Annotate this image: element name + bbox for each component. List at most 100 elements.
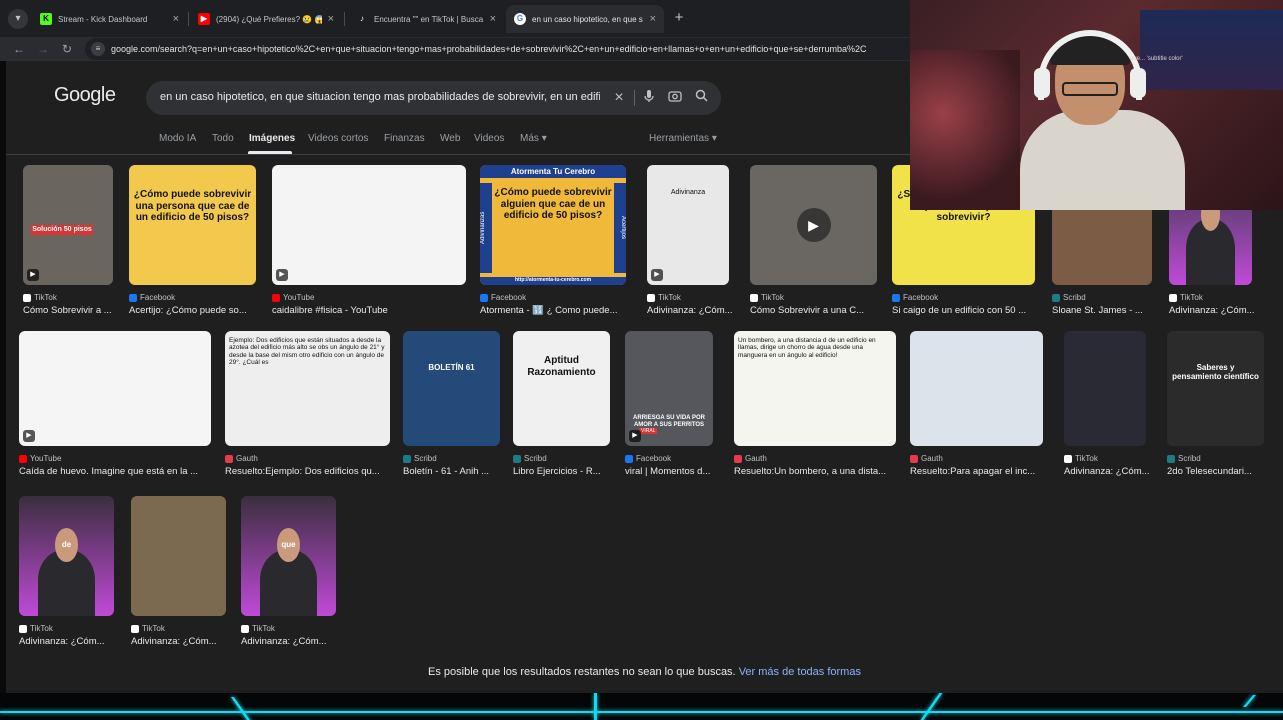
result-source[interactable]: TikTok <box>1064 454 1098 463</box>
result-source[interactable]: TikTok <box>1169 293 1203 302</box>
result-source[interactable]: TikTok <box>19 624 53 633</box>
tab-google-search[interactable]: G en un caso hipotetico, en que s × <box>506 5 664 33</box>
result-thumbnail[interactable]: Solución 50 pisos ▶ <box>23 165 113 285</box>
clear-icon[interactable]: × <box>610 89 628 107</box>
result-thumbnail[interactable]: Atormenta Tu Cerebro ¿Cómo puede sobreviv… <box>480 165 626 285</box>
camera-lens-icon[interactable] <box>666 89 684 107</box>
result-thumbnail[interactable] <box>1064 331 1146 446</box>
result-thumbnail[interactable]: Adivinanza ▶ <box>647 165 729 285</box>
result-thumbnail[interactable]: ▶ <box>272 165 466 285</box>
tab-tiktok[interactable]: ♪ Encuentra "" en TikTok | Busca × <box>348 5 504 33</box>
tab-web[interactable]: Web <box>440 133 460 144</box>
result-source[interactable]: TikTok <box>23 293 57 302</box>
result-source[interactable]: TikTok <box>241 624 275 633</box>
result-caption[interactable]: 2do Telesecundari... <box>1167 466 1274 477</box>
result-caption[interactable]: Adivinanza: ¿Cóm... <box>1169 305 1262 316</box>
result-caption[interactable]: Adivinanza: ¿Cóm... <box>19 636 124 647</box>
image-result[interactable]: Ejemplo: Dos edificios que están situado… <box>225 331 390 482</box>
result-caption[interactable]: Cómo Sobrevivir a ... <box>23 305 123 316</box>
result-source[interactable]: Facebook <box>129 293 175 302</box>
back-arrow-icon[interactable]: ← <box>10 40 28 58</box>
image-result[interactable]: ▶ YouTube caidalibre #fisica - YouTube <box>272 165 466 321</box>
result-thumbnail[interactable]: ▶ <box>19 331 211 446</box>
play-icon[interactable]: ▶ <box>796 208 831 242</box>
new-tab-button[interactable]: + <box>670 9 688 27</box>
tab-kick[interactable]: K Stream - Kick Dashboard × <box>32 5 187 33</box>
reload-icon[interactable]: ↻ <box>58 40 76 58</box>
microphone-icon[interactable] <box>640 89 658 107</box>
image-result[interactable]: TikTok Adivinanza: ¿Cóm... <box>1064 331 1150 482</box>
search-icon[interactable] <box>692 89 710 107</box>
result-caption[interactable]: Resuelto:Ejemplo: Dos edificios qu... <box>225 466 400 477</box>
result-caption[interactable]: Sloane St. James - ... <box>1052 305 1162 316</box>
tab-youtube[interactable]: ▶ (2904) ¿Qué Prefieres? 😢 😱 N × <box>190 5 342 33</box>
result-thumbnail[interactable]: ¿Cómo puede sobrevivir una persona que c… <box>129 165 256 285</box>
result-source[interactable]: Scribd <box>513 454 547 463</box>
search-box[interactable]: en un caso hipotetico, en que situacion … <box>146 81 721 115</box>
result-source[interactable]: Scribd <box>1167 454 1201 463</box>
result-thumbnail[interactable] <box>131 496 226 616</box>
result-caption[interactable]: Boletín - 61 - Anih ... <box>403 466 510 477</box>
result-caption[interactable]: Adivinanza: ¿Cóm... <box>1064 466 1156 477</box>
result-caption[interactable]: caidalibre #fisica - YouTube <box>272 305 476 316</box>
result-source[interactable]: TikTok <box>647 293 681 302</box>
result-caption[interactable]: Si caigo de un edificio con 50 ... <box>892 305 1045 316</box>
result-source[interactable]: Facebook <box>480 293 526 302</box>
google-logo[interactable]: Google <box>54 84 116 107</box>
result-caption[interactable]: Resuelto:Para apagar el inc... <box>910 466 1053 477</box>
result-thumbnail[interactable]: que <box>241 496 336 616</box>
result-caption[interactable]: Adivinanza: ¿Cóm... <box>241 636 346 647</box>
forward-arrow-icon[interactable]: → <box>34 40 52 58</box>
result-caption[interactable]: Atormenta - 🔢 ¿ Como puede... <box>480 305 636 316</box>
image-result[interactable]: Aptitud Razonamiento Scribd Libro Ejercici… <box>513 331 610 482</box>
image-result[interactable]: ARRIESGA SU VIDA POR AMOR A SUS PERRITOS… <box>625 331 713 482</box>
result-source[interactable]: YouTube <box>19 454 61 463</box>
result-caption[interactable]: Acertijo: ¿Cómo puede so... <box>129 305 266 316</box>
image-result[interactable]: Adivinanza ▶ TikTok Adivinanza: ¿Cóm... <box>647 165 733 321</box>
result-source[interactable]: Scribd <box>1052 293 1086 302</box>
result-thumbnail[interactable]: Aptitud Razonamiento <box>513 331 610 446</box>
result-thumbnail[interactable]: BOLETÍN 61 <box>403 331 500 446</box>
image-result[interactable]: BOLETÍN 61 Scribd Boletín - 61 - Anih ... <box>403 331 500 482</box>
address-bar[interactable]: ≡ google.com/search?q=en+un+caso+hipotet… <box>85 38 925 60</box>
result-thumbnail[interactable]: Saberes y pensamiento científico <box>1167 331 1264 446</box>
image-result[interactable]: Solución 50 pisos ▶ TikTok Cómo Sobrevivir … <box>23 165 113 321</box>
result-source[interactable]: Gauth <box>734 454 767 463</box>
tab-videos[interactable]: Videos <box>474 133 504 144</box>
result-source[interactable]: Facebook <box>625 454 671 463</box>
result-thumbnail[interactable]: Un bombero, a una distancia d de un edif… <box>734 331 896 446</box>
image-result[interactable]: Atormenta Tu Cerebro ¿Cómo puede sobreviv… <box>480 165 626 321</box>
tab-search-icon[interactable]: ▾ <box>8 9 28 29</box>
result-source[interactable]: Scribd <box>403 454 437 463</box>
tab-short-videos[interactable]: Videos cortos <box>308 133 368 144</box>
tab-finance[interactable]: Finanzas <box>384 133 425 144</box>
site-info-icon[interactable]: ≡ <box>91 42 105 56</box>
result-caption[interactable]: Adivinanza: ¿Cóm... <box>131 636 236 647</box>
tab-more[interactable]: Más ▾ <box>520 133 547 144</box>
tab-all[interactable]: Todo <box>212 133 234 144</box>
show-more-link[interactable]: Ver más de todas formas <box>739 666 861 678</box>
image-result[interactable]: TikTok Adivinanza: ¿Cóm... <box>131 496 226 652</box>
close-icon[interactable]: × <box>328 13 334 25</box>
result-caption[interactable]: viral | Momentos d... <box>625 466 723 477</box>
tab-images[interactable]: Imágenes <box>249 133 295 144</box>
result-thumbnail[interactable]: Ejemplo: Dos edificios que están situado… <box>225 331 390 446</box>
close-icon[interactable]: × <box>650 13 656 25</box>
result-source[interactable]: Facebook <box>892 293 938 302</box>
image-result[interactable]: Gauth Resuelto:Para apagar el inc... <box>910 331 1043 482</box>
image-result[interactable]: ¿Cómo puede sobrevivir una persona que c… <box>129 165 256 321</box>
result-thumbnail[interactable]: ▶ <box>750 165 877 285</box>
result-caption[interactable]: Cómo Sobrevivir a una C... <box>750 305 887 316</box>
image-result[interactable]: Un bombero, a una distancia d de un edif… <box>734 331 896 482</box>
image-result[interactable]: Saberes y pensamiento científico Scribd 2d… <box>1167 331 1264 482</box>
result-source[interactable]: Gauth <box>225 454 258 463</box>
result-source[interactable]: TikTok <box>750 293 784 302</box>
result-thumbnail[interactable]: ARRIESGA SU VIDA POR AMOR A SUS PERRITOS… <box>625 331 713 446</box>
tab-ai-mode[interactable]: Modo IA <box>159 133 196 144</box>
result-caption[interactable]: Caída de huevo. Imagine que está en la .… <box>19 466 221 477</box>
result-source[interactable]: Gauth <box>910 454 943 463</box>
search-input[interactable]: en un caso hipotetico, en que situacion … <box>160 91 600 103</box>
tools-button[interactable]: Herramientas ▾ <box>649 133 717 144</box>
image-result[interactable]: ▶ YouTube Caída de huevo. Imagine que está… <box>19 331 211 482</box>
url-text[interactable]: google.com/search?q=en+un+caso+hipotetic… <box>111 44 867 54</box>
